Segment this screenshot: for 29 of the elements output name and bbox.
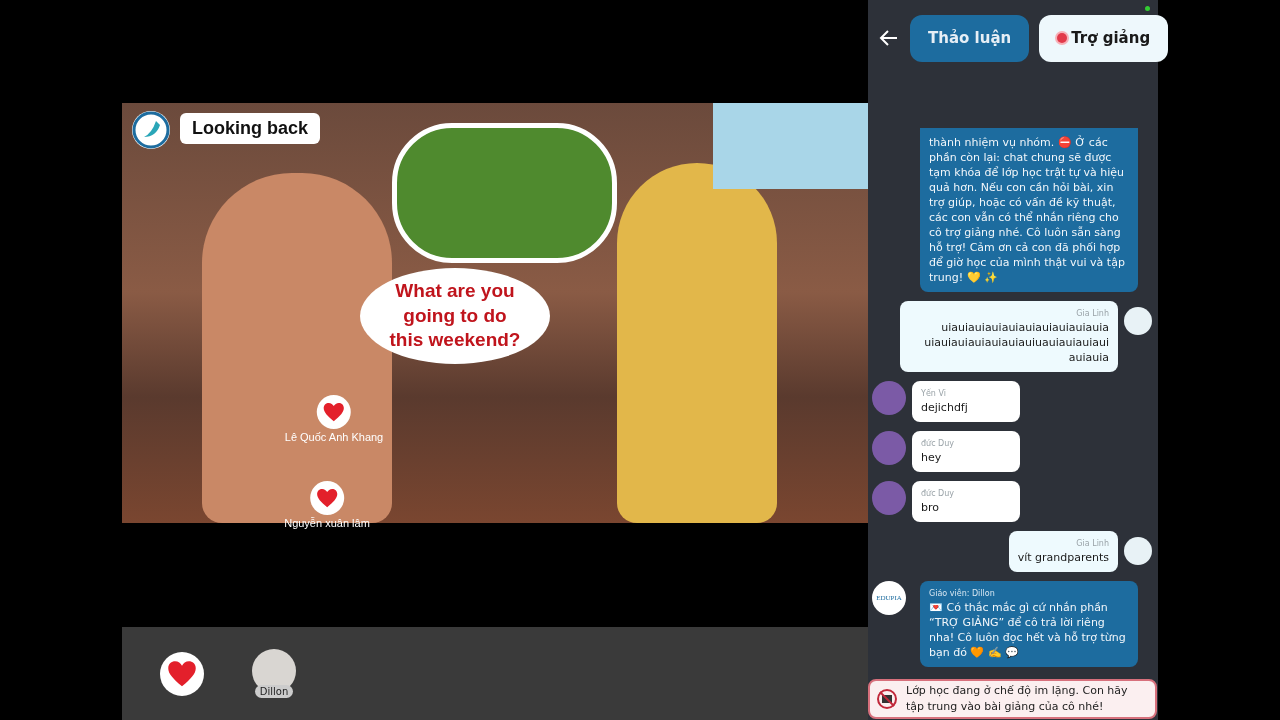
muted-chat-icon [876,688,898,710]
avatar-icon [872,381,906,415]
message-text: 💌 Có thắc mắc gì cứ nhắn phần “TRỢ GIẢNG” để cô trả lời riêng nha! Cô luôn đọc hết và hỗ trợ từng bạn đó 🧡 ✍ 💬 [929,600,1127,660]
message-text: dejichdfj [921,400,969,415]
reaction-name: Nguyễn xuân lâm [284,517,370,529]
online-indicator [1145,6,1150,11]
participant-name: Dillon [254,685,294,698]
chat-tab[interactable]: Thảo luận [910,14,1030,62]
message-text: vít grandparents [1017,550,1109,565]
message-text: hey [921,450,943,465]
speech-bubble: What are you going to do this weekend? [360,268,550,364]
avatar-icon [1124,537,1152,565]
avatar-icon [872,481,906,515]
avatar-icon [872,431,906,465]
sender-name: Giáo viên: Dillon [929,588,996,600]
message-text: bro [921,500,940,515]
sender-name: Yến Vi [921,388,947,400]
message-text: uiauiauiauiauiauiauiauiauiauia uiauiauiauiauiauiauiuauiauiauiaui auiauia [923,320,1109,365]
sender-name: đức Duy [921,488,956,500]
slide-title: Looking back [180,113,320,144]
logo-icon [132,111,170,149]
avatar-icon [1124,307,1152,335]
sender-name: đức Duy [921,438,956,450]
notice-text: Lớp học đang ở chế độ im lặng. Con hãy tập trung vào bài giảng của cô nhé! [906,683,1129,715]
chat-tab[interactable]: Trợ giảng [1039,14,1169,62]
sender-name: Gia Linh [1075,538,1109,550]
sender-name: Gia Linh [1075,308,1109,320]
message-text: thành nhiệm vụ nhóm. ⛔ Ở các phần còn lại: chat chung sẽ được tạm khóa để lớp học trật tự và hiệu quả hơn. Nếu con cần hỏi bài, xin trợ giúp, hoặc có vấn đề kỹ thuật, các con vẫn có thể nhắn riêng cho cô trợ giảng nhé. Cô luôn sẵn sàng hỗ trợ! Cảm ơn cả con đã phối hợp để giờ học của mình thật vui và tập trung! 💛 ✨ [929,135,1126,285]
reaction-name: Lê Quốc Anh Khang [284,431,384,443]
